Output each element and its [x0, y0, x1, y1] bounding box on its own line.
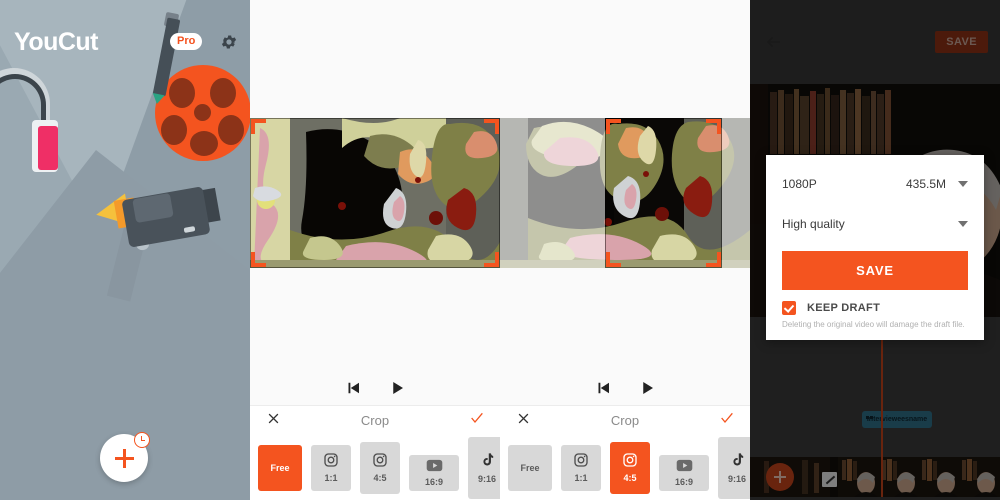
crop-editor-free: Crop Free 1:1 4:5 16:9 9:16	[250, 0, 500, 500]
crop-toolbar: Crop	[250, 405, 500, 435]
file-size-value: 435.5M	[905, 177, 946, 191]
crop-handle-bottom-left[interactable]	[251, 252, 266, 267]
ratio-chip-9-16[interactable]: 9:16	[468, 436, 500, 499]
ratio-chip-label: Free	[270, 462, 290, 473]
skip-to-start-icon[interactable]	[344, 379, 362, 397]
ratio-chip-label: 16:9	[424, 477, 443, 487]
crop-title: Crop	[360, 413, 390, 428]
reel-center-hole	[194, 104, 211, 121]
ratio-chip-free[interactable]: Free	[258, 444, 302, 491]
aspect-ratio-strip-four-five[interactable]: Free 1:1 4:5 16:9 9:16	[500, 435, 750, 500]
film-reel-illustration	[155, 65, 250, 161]
crop-title: Crop	[610, 413, 640, 428]
instagram-icon	[372, 452, 388, 470]
instagram-icon	[323, 452, 339, 470]
reel-hole	[190, 131, 218, 156]
ratio-chip-free[interactable]: Free	[508, 444, 552, 491]
ratio-chip-label: 9:16	[727, 473, 746, 484]
keep-draft-checkbox[interactable]	[782, 301, 796, 315]
pro-badge[interactable]: Pro	[170, 33, 203, 51]
instagram-icon	[573, 452, 589, 470]
cancel-crop-button[interactable]	[250, 411, 296, 431]
resolution-row[interactable]: 1080P 435.5M	[766, 169, 984, 199]
ratio-chip-label: 4:5	[623, 473, 637, 483]
export-screen: SAVE Intervieweesname 1080P 435.5M High …	[750, 0, 1000, 500]
export-settings-dialog: 1080P 435.5M High quality SAVE KEEP DRAF…	[766, 155, 984, 340]
app-logo: YouCut	[14, 28, 99, 56]
add-project-button[interactable]	[100, 432, 150, 482]
crop-handle-top-right[interactable]	[706, 119, 721, 134]
crop-scrim-left	[500, 118, 605, 268]
crop-rectangle[interactable]	[250, 118, 500, 268]
instagram-icon	[622, 452, 638, 470]
crop-stage	[250, 0, 500, 370]
crop-handle-top-left[interactable]	[251, 119, 266, 134]
play-icon[interactable]	[388, 379, 406, 397]
aspect-ratio-strip-free[interactable]: Free 1:1 4:5 16:9 9:16	[250, 435, 500, 500]
youtube-icon	[676, 459, 693, 474]
ratio-chip-4-5[interactable]: 4:5	[610, 441, 650, 494]
youcut-home-screen: YouCut Pro	[0, 0, 250, 500]
reel-hole	[210, 78, 236, 108]
quality-row[interactable]: High quality	[766, 209, 984, 239]
crop-handle-bottom-right[interactable]	[484, 252, 499, 267]
ratio-chip-label: 1:1	[324, 473, 338, 483]
skip-to-start-icon[interactable]	[594, 379, 612, 397]
save-button[interactable]: SAVE	[782, 251, 968, 290]
ratio-chip-label: Free	[520, 462, 540, 473]
crop-handle-top-left[interactable]	[606, 119, 621, 134]
ratio-chip-1-1[interactable]: 1:1	[311, 444, 351, 491]
crop-handle-bottom-left[interactable]	[606, 252, 621, 267]
ratio-chip-16-9[interactable]: 16:9	[659, 455, 709, 491]
crop-rectangle[interactable]	[605, 118, 722, 268]
keep-draft-label: KEEP DRAFT	[807, 302, 881, 314]
ratio-chip-label: 1:1	[574, 473, 588, 483]
cancel-crop-button[interactable]	[500, 411, 546, 431]
ratio-chip-9-16[interactable]: 9:16	[718, 436, 750, 499]
keep-draft-row[interactable]: KEEP DRAFT	[766, 290, 984, 315]
ratio-chip-4-5[interactable]: 4:5	[360, 441, 400, 494]
crop-editor-four-five: Crop Free 1:1 4:5 16:9 9:16	[500, 0, 750, 500]
quality-value: High quality	[782, 217, 845, 231]
ratio-chip-label: 9:16	[477, 473, 496, 484]
tiktok-icon	[729, 452, 746, 471]
ratio-chip-1-1[interactable]: 1:1	[561, 444, 601, 491]
gear-icon[interactable]	[220, 33, 238, 51]
resolution-value: 1080P	[782, 177, 817, 191]
ratio-chip-16-9[interactable]: 16:9	[409, 455, 459, 491]
reel-hole	[169, 78, 195, 108]
confirm-crop-button[interactable]	[454, 410, 500, 431]
crop-handle-bottom-right[interactable]	[706, 252, 721, 267]
crop-toolbar: Crop	[500, 405, 750, 435]
playback-controls	[500, 370, 750, 405]
play-icon[interactable]	[638, 379, 656, 397]
reel-hole	[161, 115, 187, 145]
plus-icon	[114, 448, 134, 468]
confirm-crop-button[interactable]	[704, 410, 750, 431]
keep-draft-note: Deleting the original video will damage …	[782, 320, 965, 329]
chevron-down-icon[interactable]	[958, 221, 968, 227]
reel-hole	[218, 115, 244, 145]
chevron-down-icon[interactable]	[958, 181, 968, 187]
clock-icon[interactable]	[134, 432, 150, 448]
playback-controls	[250, 370, 500, 405]
crop-handle-top-right[interactable]	[484, 119, 499, 134]
headphone-pad-right	[38, 126, 58, 170]
ratio-chip-label: 4:5	[373, 473, 387, 483]
youtube-icon	[426, 459, 443, 474]
ratio-chip-label: 16:9	[674, 477, 693, 487]
crop-scrim-right	[722, 118, 750, 268]
crop-stage	[500, 0, 750, 370]
tiktok-icon	[479, 452, 496, 471]
